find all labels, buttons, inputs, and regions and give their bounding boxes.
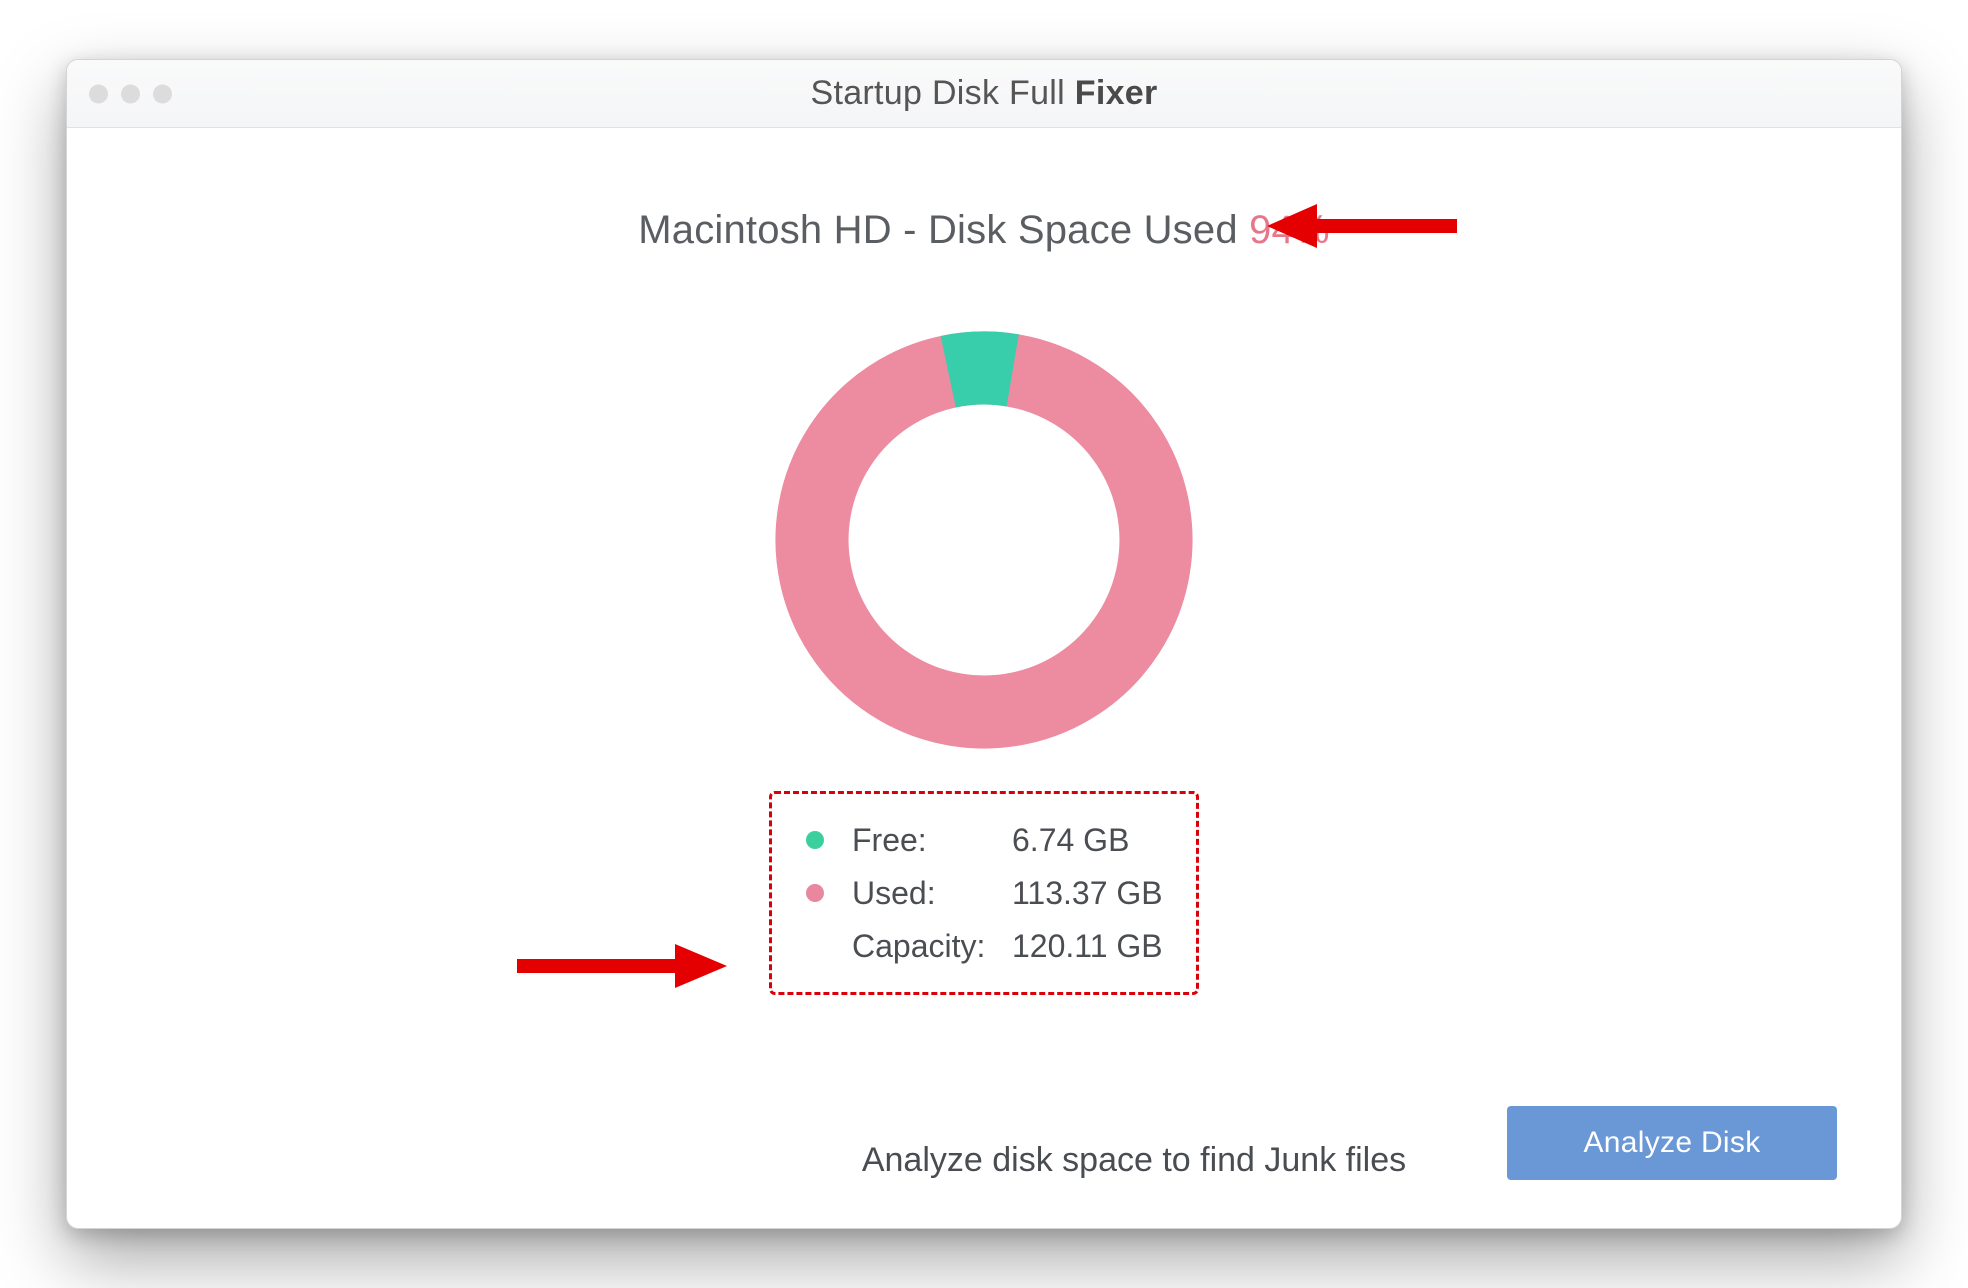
- zoom-window-icon[interactable]: [153, 84, 172, 103]
- window-title-prefix: Startup Disk Full: [810, 74, 1074, 112]
- titlebar: Startup Disk Full Fixer: [67, 60, 1901, 128]
- annotation-arrow-icon: [517, 936, 727, 996]
- disk-usage-heading: Macintosh HD - Disk Space Used 94%: [67, 208, 1901, 253]
- close-window-icon[interactable]: [89, 84, 108, 103]
- legend-dot-spacer: [806, 937, 824, 955]
- content-area: Macintosh HD - Disk Space Used 94%: [67, 128, 1901, 1228]
- disk-stats-box: Free: 6.74 GB Used: 113.37 GB Capacity: …: [769, 791, 1199, 995]
- stat-row-capacity: Capacity: 120.11 GB: [796, 920, 1172, 973]
- stat-free-value: 6.74 GB: [1002, 814, 1172, 867]
- minimize-window-icon[interactable]: [121, 84, 140, 103]
- window-title: Startup Disk Full Fixer: [67, 74, 1901, 113]
- disk-usage-donut-chart: [769, 325, 1199, 755]
- stat-free-label: Free:: [852, 814, 1002, 867]
- stat-row-used: Used: 113.37 GB: [796, 867, 1172, 920]
- disk-label: Macintosh HD - Disk Space Used: [638, 208, 1249, 252]
- legend-dot-used-icon: [806, 884, 824, 902]
- stat-capacity-value: 120.11 GB: [1002, 920, 1172, 973]
- legend-dot-free-icon: [806, 831, 824, 849]
- stat-capacity-label: Capacity:: [852, 920, 1002, 973]
- window-controls: [89, 84, 172, 103]
- window-title-bold: Fixer: [1075, 74, 1158, 112]
- analyze-disk-button[interactable]: Analyze Disk: [1507, 1106, 1837, 1180]
- stat-row-free: Free: 6.74 GB: [796, 814, 1172, 867]
- footer: Analyze disk space to find Junk files An…: [67, 1141, 1901, 1180]
- stat-used-label: Used:: [852, 867, 1002, 920]
- disk-percent: 94%: [1249, 208, 1330, 252]
- app-window: Startup Disk Full Fixer Macintosh HD - D…: [66, 59, 1902, 1229]
- stat-used-value: 113.37 GB: [1002, 867, 1172, 920]
